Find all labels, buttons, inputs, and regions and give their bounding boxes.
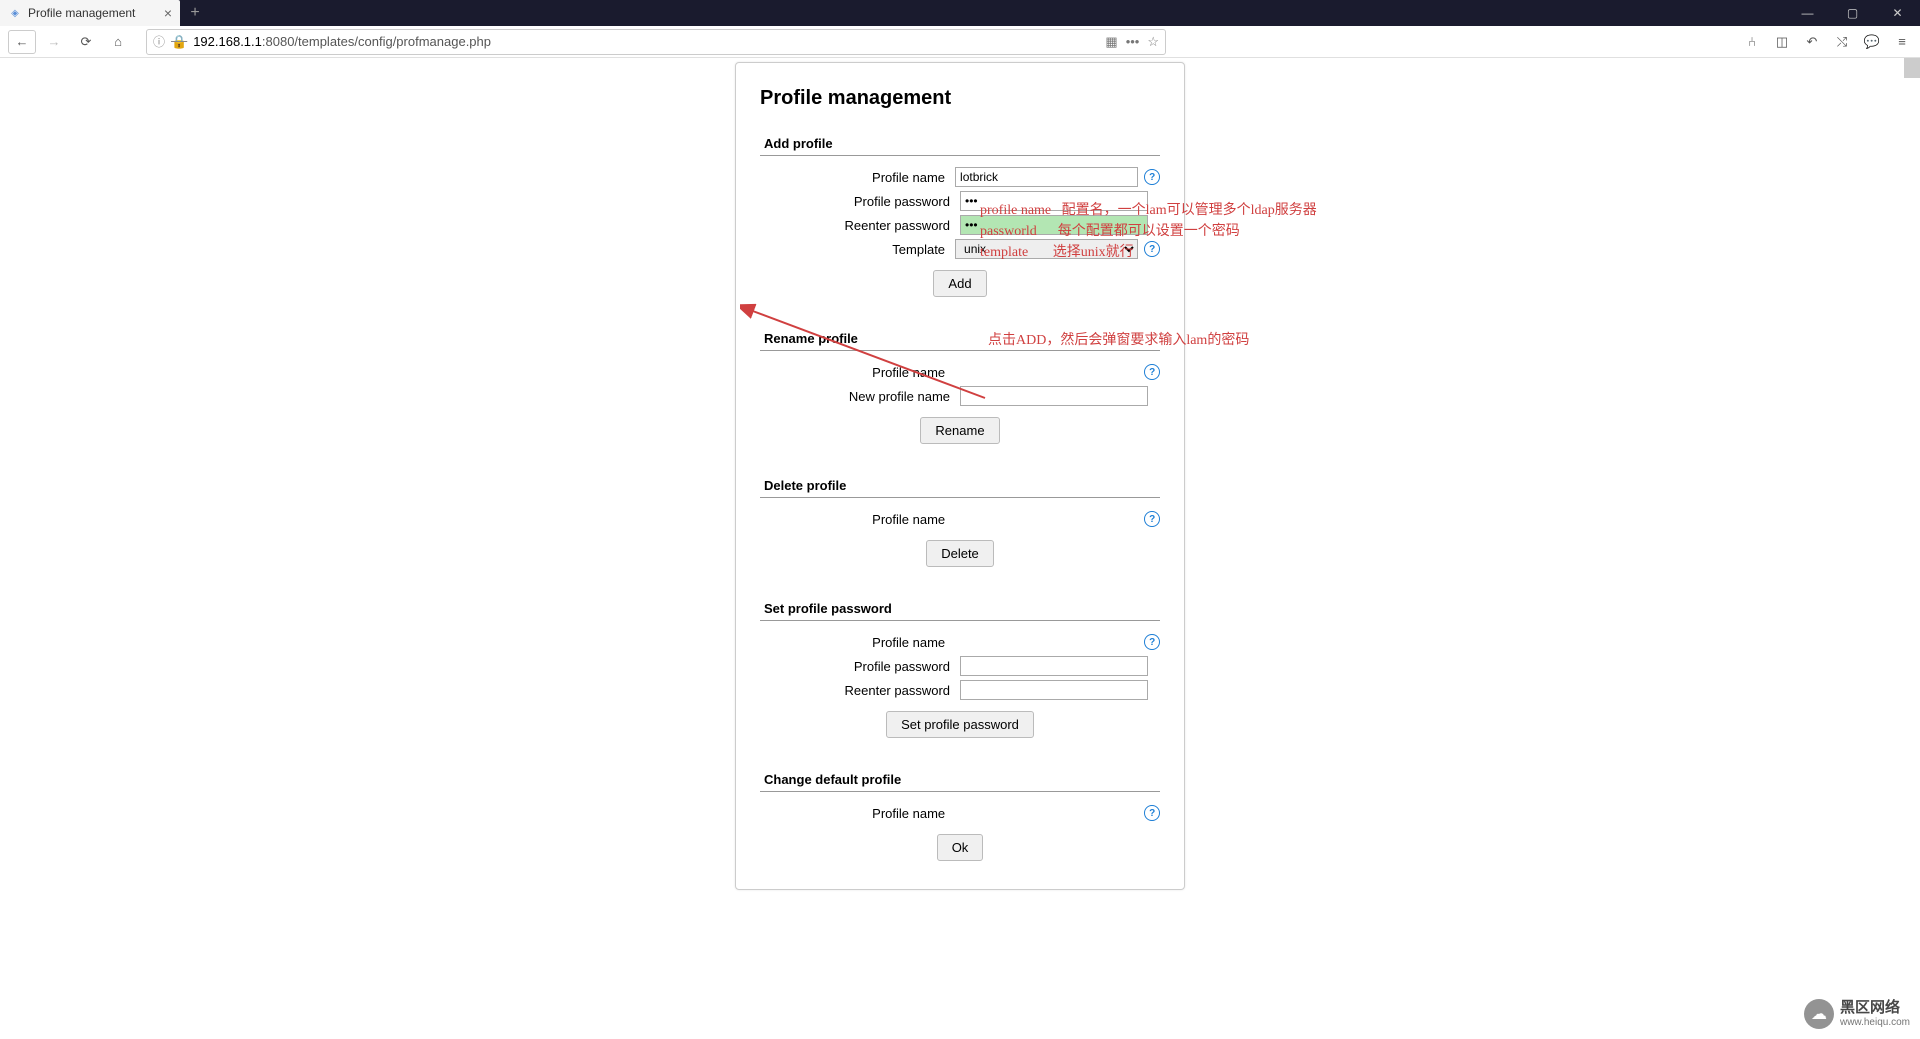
ok-button[interactable]: Ok xyxy=(937,834,984,861)
annotation-arrow-icon xyxy=(740,298,990,408)
setpw-profile-name-label: Profile name xyxy=(760,635,955,650)
bookmark-icon[interactable]: ☆ xyxy=(1147,34,1159,50)
setpw-reenter-label: Reenter password xyxy=(760,683,960,698)
help-icon[interactable]: ? xyxy=(1144,169,1160,185)
setpw-button[interactable]: Set profile password xyxy=(886,711,1034,738)
sync-icon[interactable]: ⤭ xyxy=(1832,34,1852,50)
insecure-icon: 🔒 xyxy=(171,34,187,50)
undo-icon[interactable]: ↶ xyxy=(1802,34,1822,50)
help-icon[interactable]: ? xyxy=(1144,364,1160,380)
section-default-heading: Change default profile xyxy=(760,766,1160,792)
help-icon[interactable]: ? xyxy=(1144,511,1160,527)
watermark: ☁ 黑区网络 www.heiqu.com xyxy=(1804,999,1910,1029)
tab-title: Profile management xyxy=(28,6,135,20)
page-title: Profile management xyxy=(760,87,1160,110)
menu-icon[interactable]: ≡ xyxy=(1892,34,1912,49)
watermark-cn: 黑区网络 xyxy=(1840,1000,1910,1017)
delete-profile-name-label: Profile name xyxy=(760,512,955,527)
default-profile-name-label: Profile name xyxy=(760,806,955,821)
browser-tab[interactable]: ◈ Profile management × xyxy=(0,0,180,26)
setpw-password-input[interactable] xyxy=(960,656,1148,676)
profile-management-panel: Profile management Add profile Profile n… xyxy=(735,62,1185,890)
close-window-icon[interactable]: ✕ xyxy=(1875,0,1920,26)
maximize-icon[interactable]: ▢ xyxy=(1830,0,1875,26)
add-reenter-label: Reenter password xyxy=(760,218,960,233)
reload-button[interactable]: ⟳ xyxy=(72,30,100,54)
close-tab-icon[interactable]: × xyxy=(164,5,172,21)
new-tab-button[interactable]: + xyxy=(180,0,210,26)
setpw-password-label: Profile password xyxy=(760,659,960,674)
browser-titlebar: ◈ Profile management × + — ▢ ✕ xyxy=(0,0,1920,26)
help-icon[interactable]: ? xyxy=(1144,805,1160,821)
favicon-icon: ◈ xyxy=(8,6,22,20)
help-icon[interactable]: ? xyxy=(1144,634,1160,650)
qr-icon[interactable]: ▦ xyxy=(1105,34,1117,50)
minimize-icon[interactable]: — xyxy=(1785,0,1830,26)
add-profile-name-input[interactable] xyxy=(955,167,1138,187)
watermark-en: www.heiqu.com xyxy=(1840,1017,1910,1028)
browser-toolbar: ← → ⟳ ⌂ ⓘ 🔒 192.168.1.1:8080/templates/c… xyxy=(0,26,1920,58)
home-button[interactable]: ⌂ xyxy=(104,30,132,54)
window-controls: — ▢ ✕ xyxy=(1785,0,1920,26)
add-button[interactable]: Add xyxy=(933,270,986,297)
library-icon[interactable]: ⑃ xyxy=(1742,34,1762,49)
annotation-add-note: 点击ADD，然后会弹窗要求输入lam的密码 xyxy=(988,330,1249,351)
section-delete-heading: Delete profile xyxy=(760,472,1160,498)
annotation-table: profile name 配置名，一个lam可以管理多个ldap服务器 pass… xyxy=(980,200,1317,263)
sidebar-icon[interactable]: ◫ xyxy=(1772,34,1792,50)
delete-button[interactable]: Delete xyxy=(926,540,994,567)
setpw-reenter-input[interactable] xyxy=(960,680,1148,700)
section-add-heading: Add profile xyxy=(760,130,1160,156)
address-bar[interactable]: ⓘ 🔒 192.168.1.1:8080/templates/config/pr… xyxy=(146,29,1166,55)
scrollbar[interactable] xyxy=(1904,58,1920,78)
page-viewport: Profile management Add profile Profile n… xyxy=(0,58,1920,1039)
url-text: 192.168.1.1:8080/templates/config/profma… xyxy=(193,34,1099,49)
add-password-label: Profile password xyxy=(760,194,960,209)
chat-icon[interactable]: 💬 xyxy=(1862,34,1882,50)
forward-button[interactable]: → xyxy=(40,30,68,54)
back-button[interactable]: ← xyxy=(8,30,36,54)
more-icon[interactable]: ••• xyxy=(1126,34,1140,50)
add-template-label: Template xyxy=(760,242,955,257)
watermark-logo-icon: ☁ xyxy=(1804,999,1834,1029)
rename-button[interactable]: Rename xyxy=(920,417,999,444)
add-profile-name-label: Profile name xyxy=(760,170,955,185)
info-icon[interactable]: ⓘ xyxy=(153,33,165,50)
section-setpw-heading: Set profile password xyxy=(760,595,1160,621)
